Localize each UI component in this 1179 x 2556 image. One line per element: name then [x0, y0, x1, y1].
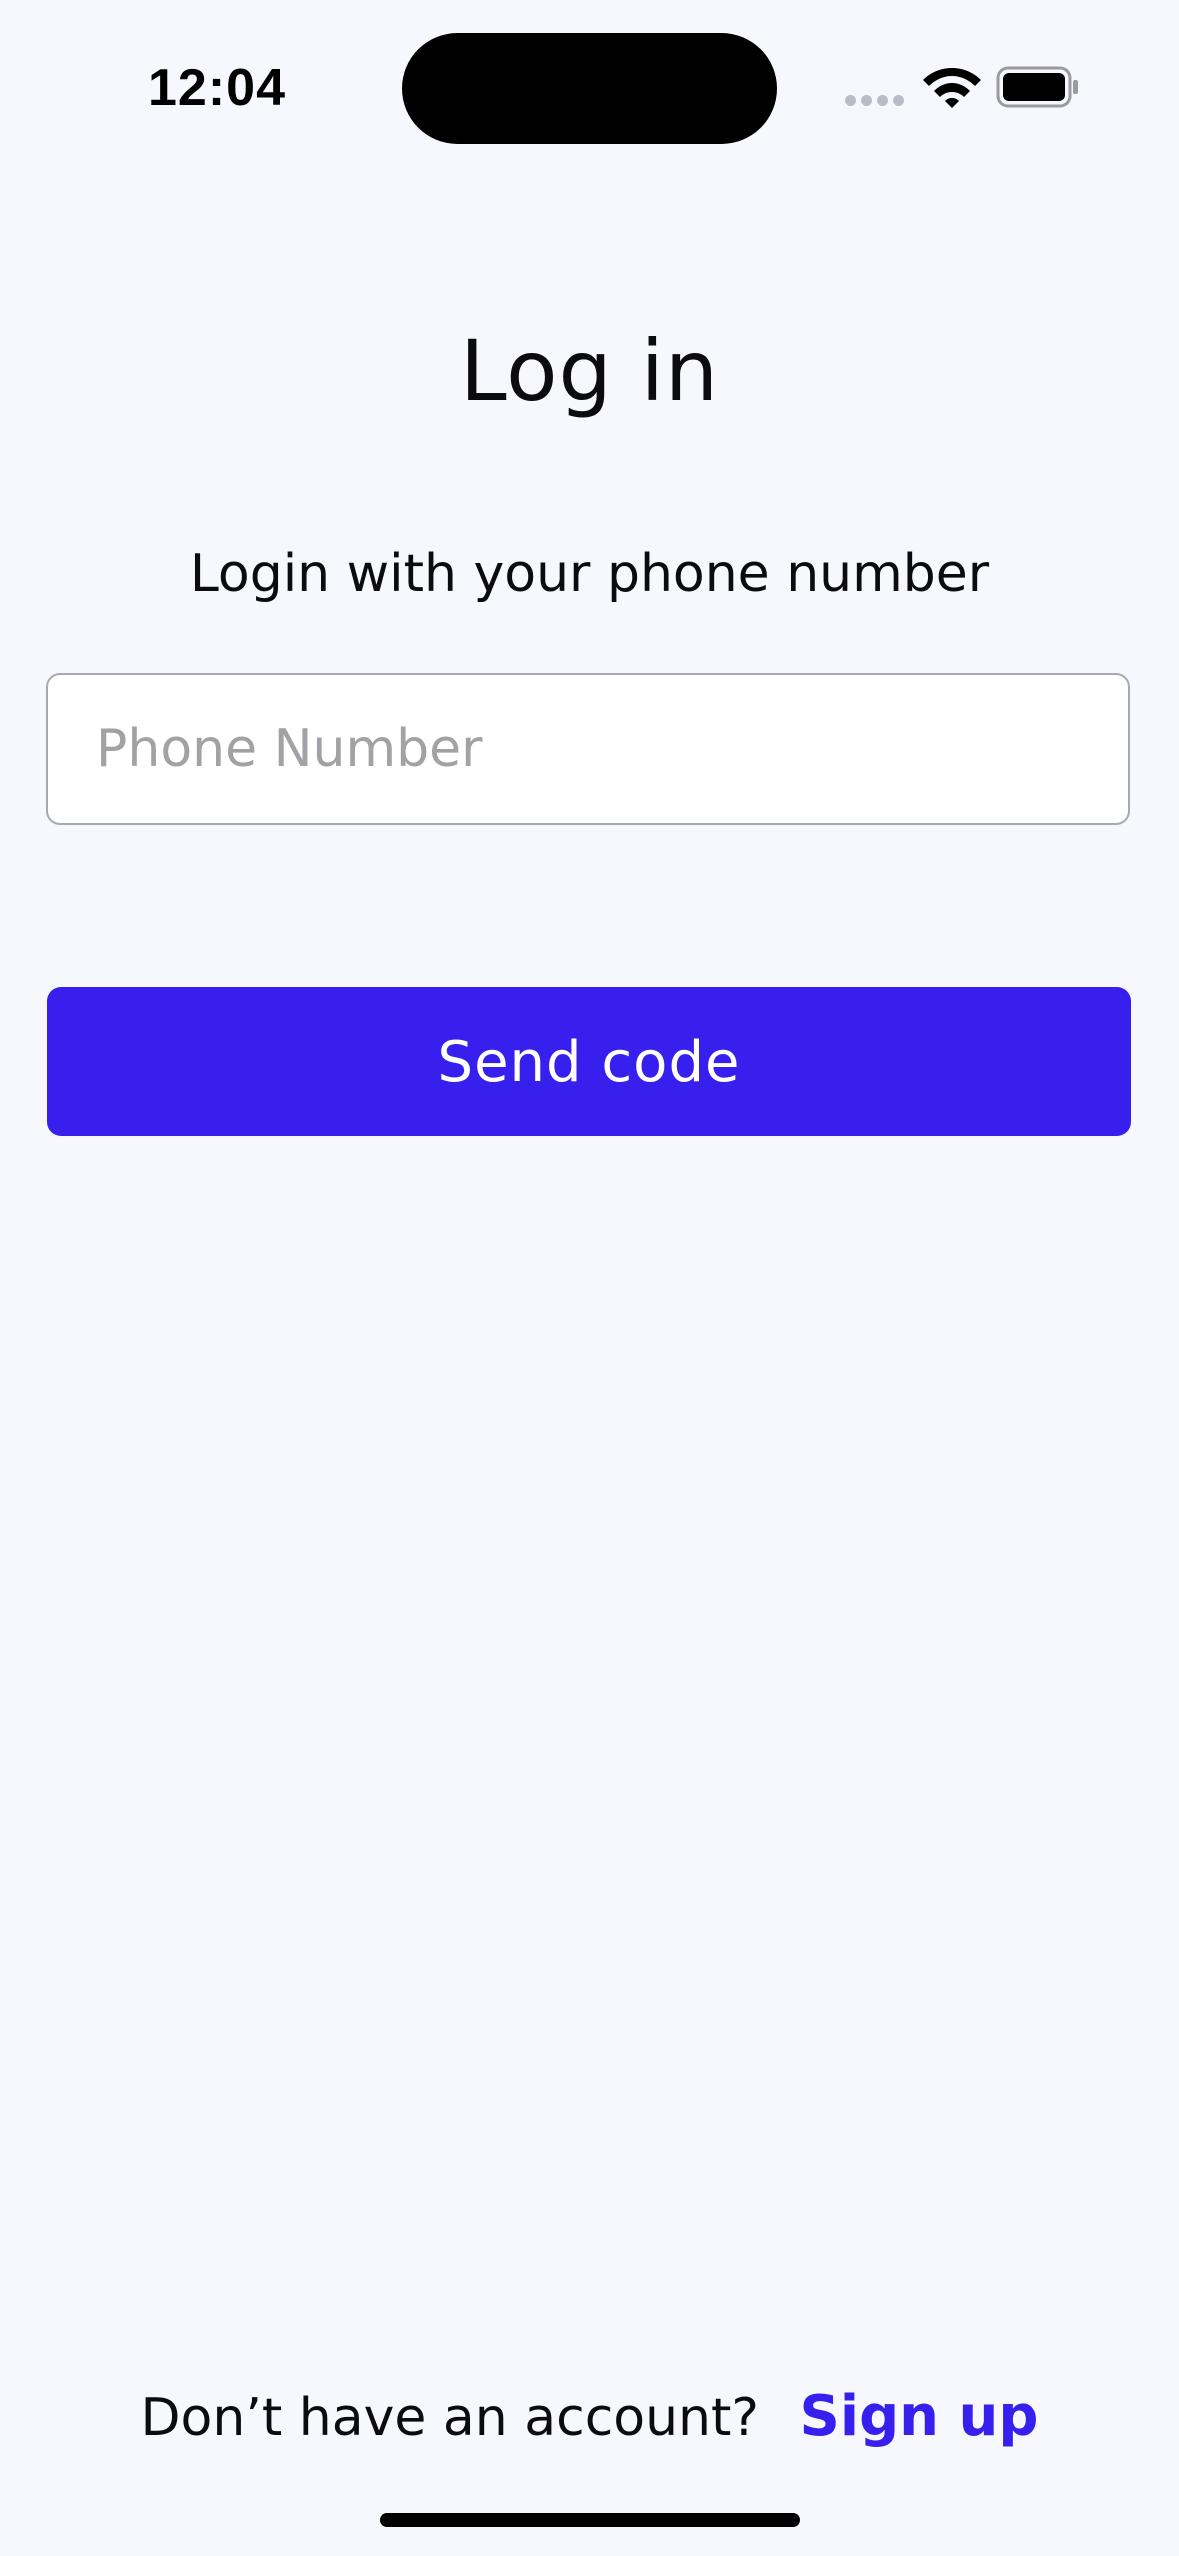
status-bar: 12:04 — [0, 0, 1179, 150]
signup-prompt: Don’t have an account? — [140, 2388, 760, 2448]
cellular-signal-icon — [845, 95, 905, 107]
home-indicator[interactable] — [380, 2513, 800, 2527]
page-title: Log in — [459, 322, 720, 420]
wifi-icon — [923, 68, 981, 108]
phone-number-input[interactable] — [46, 673, 1130, 825]
battery-icon — [996, 66, 1078, 108]
dynamic-island — [402, 33, 777, 144]
login-subtitle: Login with your phone number — [189, 544, 990, 604]
signup-footer: Don’t have an account? Sign up — [0, 2384, 1179, 2449]
send-code-button[interactable]: Send code — [47, 987, 1131, 1136]
signup-link[interactable]: Sign up — [800, 2384, 1039, 2449]
status-time: 12:04 — [148, 59, 286, 117]
